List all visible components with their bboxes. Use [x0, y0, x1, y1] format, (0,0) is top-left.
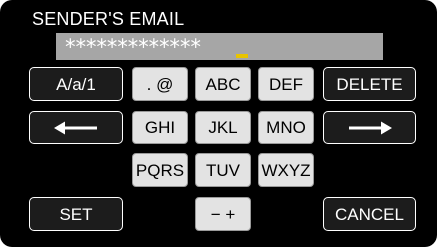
cursor-right-button[interactable] — [323, 111, 416, 144]
screen-title: SENDER'S EMAIL — [32, 9, 185, 29]
pqrs-key[interactable]: PQRS — [132, 153, 188, 187]
symbol-key[interactable]: . @ — [132, 67, 188, 101]
minus-plus-key[interactable]: − + — [195, 197, 251, 231]
arrow-left-icon — [54, 121, 97, 134]
def-key[interactable]: DEF — [258, 67, 314, 101]
tuv-key[interactable]: TUV — [195, 153, 251, 187]
cursor-left-button[interactable] — [29, 111, 123, 144]
keyboard-screen: SENDER'S EMAIL ************* A/a/1 . @ A… — [0, 0, 437, 247]
email-input[interactable]: ************* — [56, 33, 383, 60]
ghi-key[interactable]: GHI — [132, 111, 188, 144]
wxyz-key[interactable]: WXYZ — [258, 153, 314, 187]
delete-button[interactable]: DELETE — [323, 67, 416, 101]
abc-key[interactable]: ABC — [195, 67, 251, 101]
text-cursor — [236, 54, 248, 58]
mno-key[interactable]: MNO — [258, 111, 314, 144]
set-button[interactable]: SET — [29, 197, 123, 231]
case-toggle-button[interactable]: A/a/1 — [29, 67, 123, 101]
jkl-key[interactable]: JKL — [195, 111, 251, 144]
input-value: ************* — [64, 35, 202, 59]
cancel-button[interactable]: CANCEL — [323, 197, 416, 231]
arrow-right-icon — [348, 121, 392, 134]
